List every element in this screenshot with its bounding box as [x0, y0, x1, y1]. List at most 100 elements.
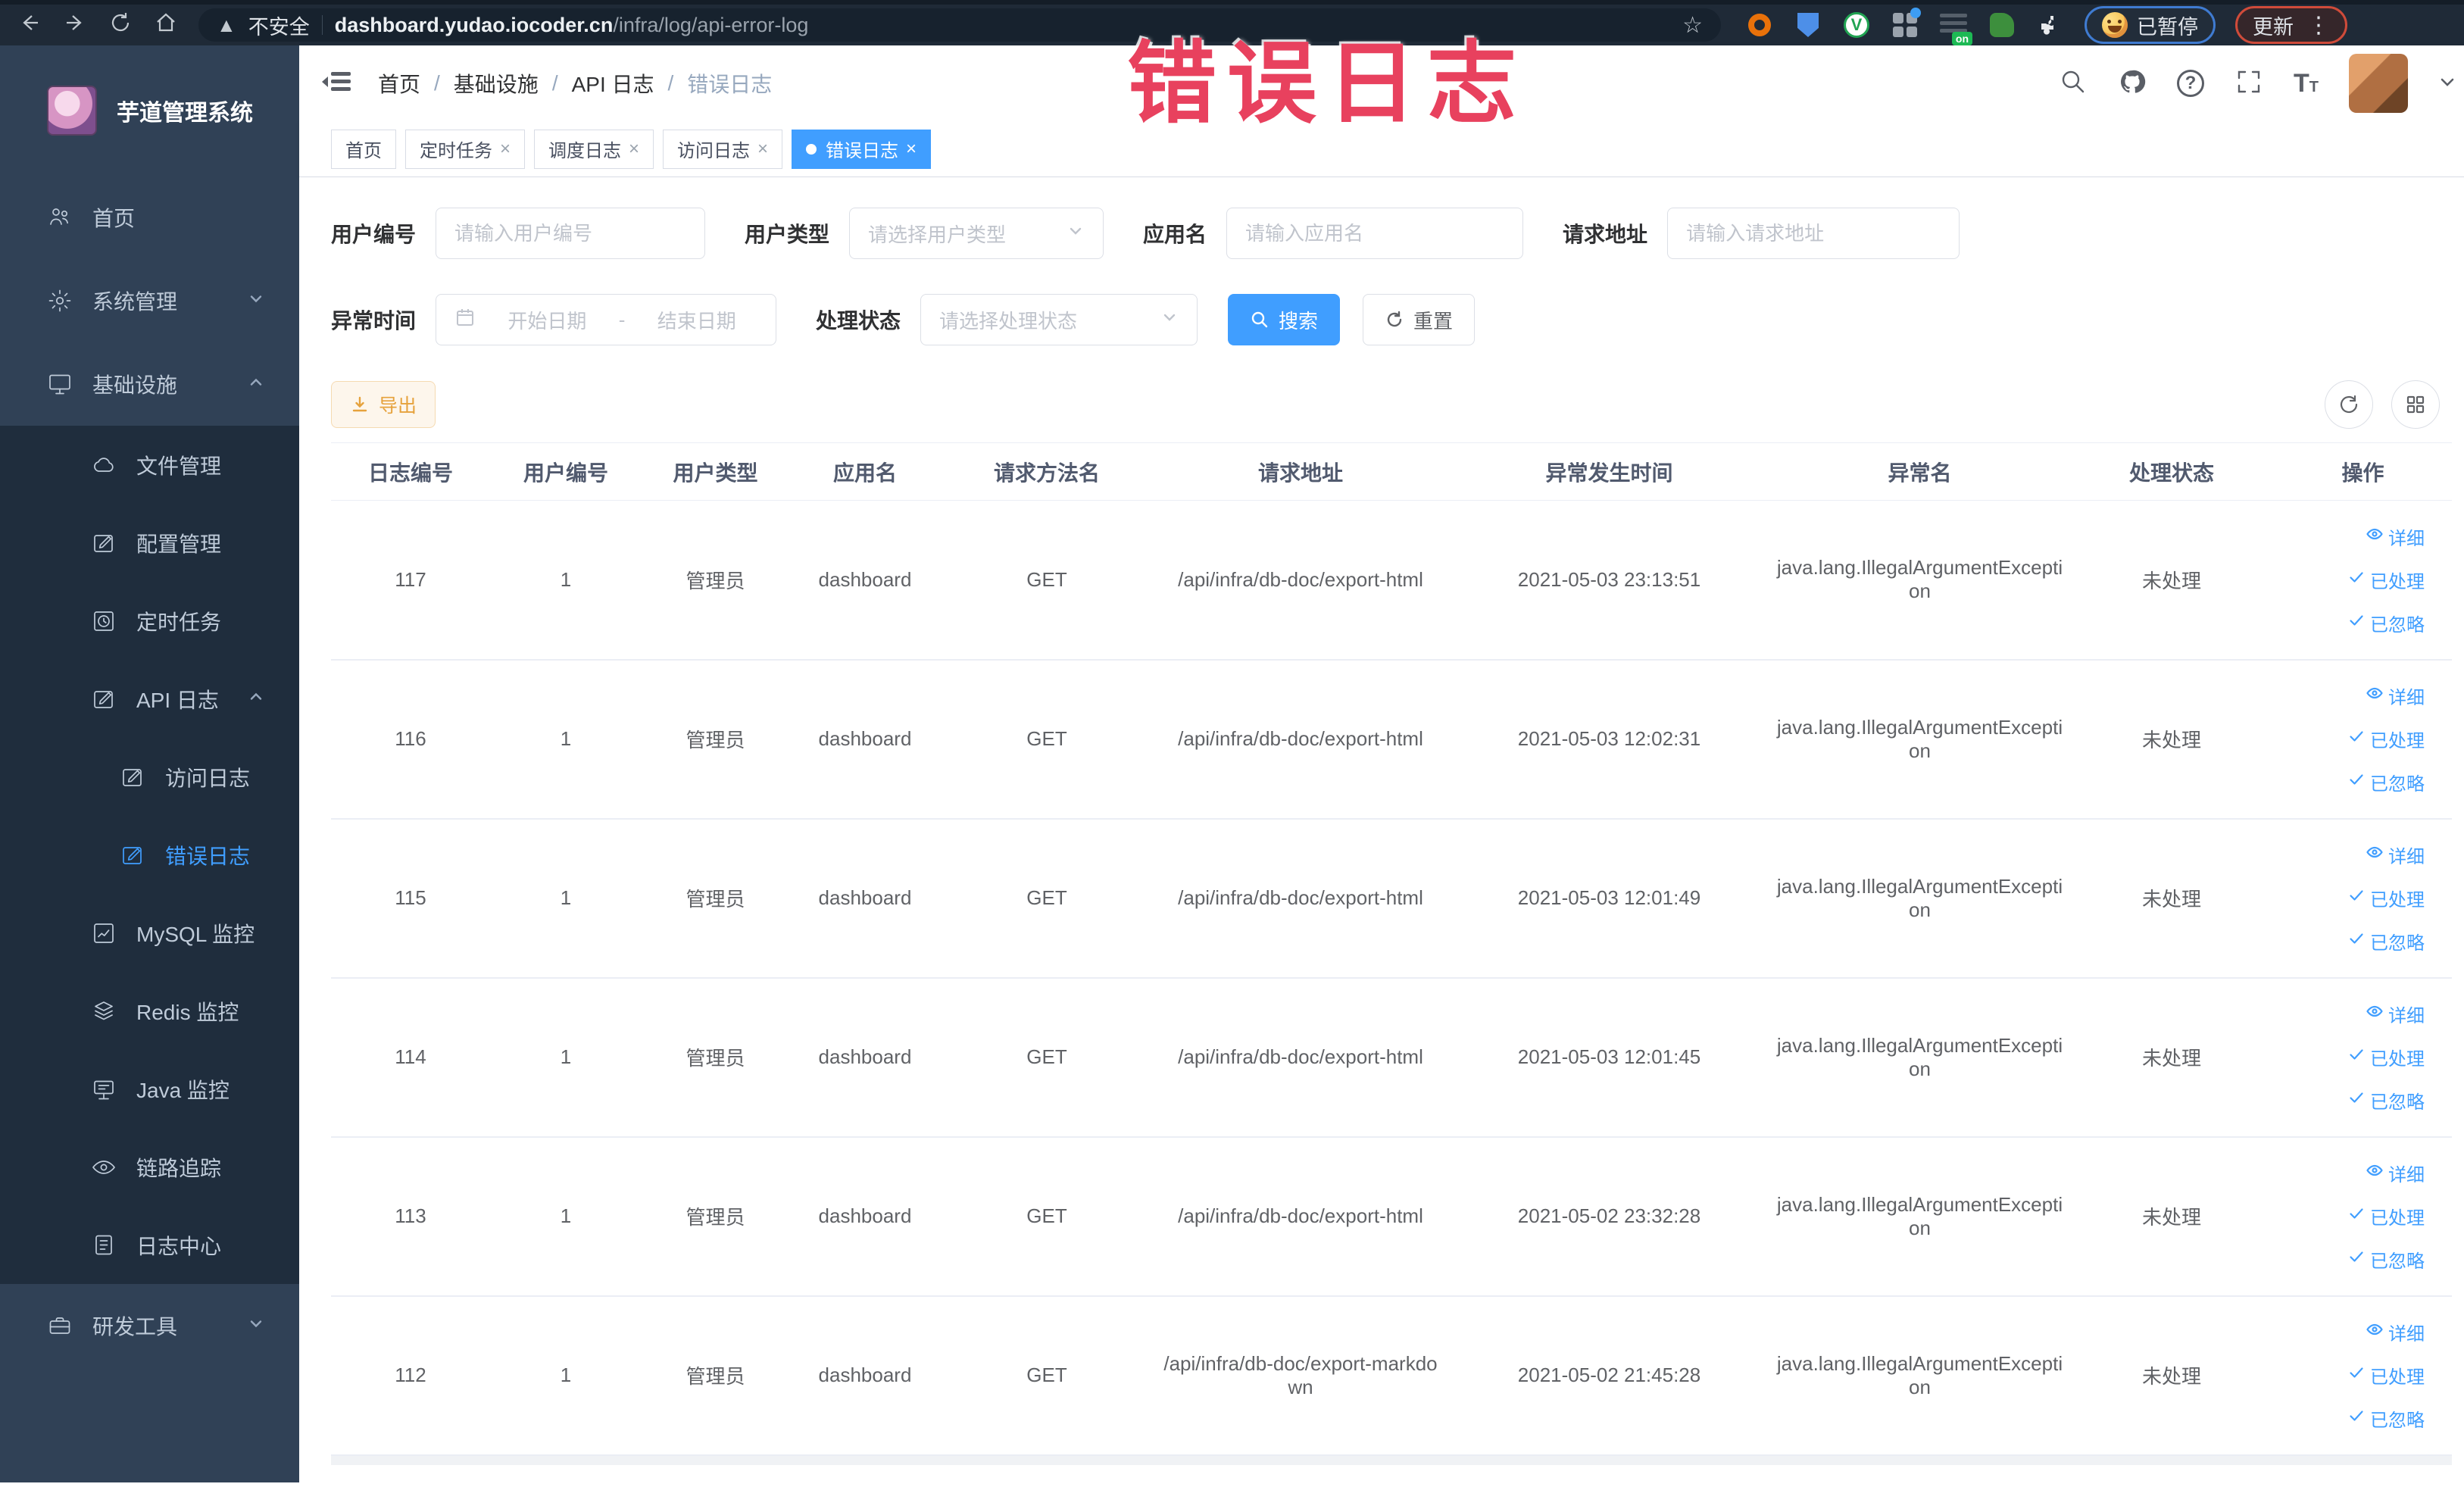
chart-icon	[91, 920, 117, 946]
action-已忽略[interactable]: 已忽略	[2347, 610, 2425, 636]
app-name-input[interactable]	[1245, 221, 1505, 245]
security-warning-icon[interactable]: ▲	[217, 14, 236, 37]
extension-shield-icon[interactable]	[1794, 11, 1822, 39]
sidebar-item-基础设施[interactable]: 基础设施	[0, 342, 299, 426]
browser-home-icon[interactable]	[153, 10, 179, 40]
sidebar-item-配置管理[interactable]: 配置管理	[0, 504, 299, 582]
tab-close-icon[interactable]: ×	[906, 139, 917, 160]
export-button[interactable]: 导出	[331, 381, 436, 428]
url-path: /infra/log/api-error-log	[613, 13, 809, 36]
eye-icon	[2366, 525, 2384, 548]
cell-请求方法名: GET	[941, 500, 1153, 661]
user-avatar[interactable]	[2349, 54, 2408, 113]
cell-用户编号: 1	[490, 818, 642, 979]
action-详细[interactable]: 详细	[2366, 683, 2425, 709]
github-icon[interactable]	[2118, 67, 2147, 100]
extension-green-v-icon[interactable]: V	[1842, 11, 1871, 39]
process-status-select[interactable]: 请选择处理状态	[920, 294, 1198, 345]
table-row: 115 1 管理员 dashboard GET/api/infra/db-doc/exp…	[331, 818, 2452, 979]
user-id-input[interactable]	[454, 221, 687, 245]
action-已忽略[interactable]: 已忽略	[2347, 769, 2425, 795]
tab-close-icon[interactable]: ×	[500, 139, 511, 160]
action-详细[interactable]: 详细	[2366, 1160, 2425, 1186]
browser-menu-kebab-icon[interactable]: ⋮	[2307, 12, 2330, 39]
sidebar-item-链路追踪[interactable]: 链路追踪	[0, 1128, 299, 1206]
action-详细[interactable]: 详细	[2366, 1001, 2425, 1027]
hamburger-icon[interactable]	[320, 66, 352, 102]
browser-reload-icon[interactable]	[108, 10, 133, 40]
extension-leaf-icon[interactable]	[1988, 11, 2016, 39]
refresh-table-button[interactable]	[2325, 380, 2373, 429]
sidebar-item-label: API 日志	[136, 688, 219, 712]
sidebar-item-MySQL-监控[interactable]: MySQL 监控	[0, 894, 299, 972]
tab-首页[interactable]: 首页	[331, 129, 396, 169]
sidebar-item-错误日志[interactable]: 错误日志	[0, 816, 299, 894]
header-search-icon[interactable]	[2059, 67, 2088, 100]
sidebar-item-Java-监控[interactable]: Java 监控	[0, 1050, 299, 1128]
action-详细[interactable]: 详细	[2366, 1319, 2425, 1345]
action-已忽略[interactable]: 已忽略	[2347, 1246, 2425, 1273]
action-已处理[interactable]: 已处理	[2347, 1203, 2425, 1229]
request-url-input[interactable]	[1686, 221, 1941, 245]
tab-定时任务[interactable]: 定时任务 ×	[405, 129, 526, 169]
cell-请求方法名: GET	[941, 818, 1153, 979]
breadcrumb-item[interactable]: 首页	[378, 68, 420, 98]
action-已处理[interactable]: 已处理	[2347, 726, 2425, 752]
sidebar-item-首页[interactable]: 首页	[0, 176, 299, 259]
extension-grid-icon[interactable]	[1891, 8, 1921, 39]
column-header-操作: 操作	[2274, 442, 2452, 501]
column-settings-button[interactable]	[2391, 380, 2440, 429]
tab-调度日志[interactable]: 调度日志 ×	[534, 129, 654, 169]
tab-访问日志[interactable]: 访问日志 ×	[663, 129, 783, 169]
sidebar-item-日志中心[interactable]: 日志中心	[0, 1206, 299, 1284]
browser-back-icon[interactable]	[17, 10, 42, 40]
extensions-puzzle-icon[interactable]	[2036, 11, 2065, 39]
exception-time-range-picker[interactable]: 开始日期 - 结束日期	[436, 294, 777, 345]
sidebar-item-定时任务[interactable]: 定时任务	[0, 582, 299, 660]
action-已处理[interactable]: 已处理	[2347, 567, 2425, 593]
cell-请求方法名: GET	[941, 1295, 1153, 1456]
action-详细[interactable]: 详细	[2366, 842, 2425, 868]
breadcrumb-item[interactable]: 基础设施	[454, 68, 539, 98]
fullscreen-icon[interactable]	[2234, 67, 2263, 100]
search-button[interactable]: 搜索	[1228, 294, 1341, 345]
font-size-icon[interactable]: TT	[2294, 69, 2319, 98]
profile-paused-badge[interactable]: 已暂停	[2085, 6, 2216, 44]
action-已忽略[interactable]: 已忽略	[2347, 1405, 2425, 1432]
tab-close-icon[interactable]: ×	[757, 139, 768, 160]
action-已处理[interactable]: 已处理	[2347, 1044, 2425, 1070]
browser-forward-icon[interactable]	[62, 10, 88, 40]
user-menu-caret-icon[interactable]	[2438, 73, 2456, 95]
sidebar-item-系统管理[interactable]: 系统管理	[0, 259, 299, 342]
user-type-select[interactable]: 请选择用户类型	[849, 208, 1104, 259]
help-icon[interactable]: ?	[2177, 70, 2204, 97]
extension-switch-on-icon[interactable]: on	[1939, 11, 1972, 45]
tab-错误日志[interactable]: 错误日志 ×	[792, 129, 932, 169]
action-详细[interactable]: 详细	[2366, 523, 2425, 550]
sidebar-item-Redis-监控[interactable]: Redis 监控	[0, 972, 299, 1050]
action-已处理[interactable]: 已处理	[2347, 885, 2425, 911]
cell-用户编号: 1	[490, 1136, 642, 1297]
sidebar-item-API-日志[interactable]: API 日志	[0, 660, 299, 738]
sidebar-logo[interactable]: 芋道管理系统	[0, 45, 299, 176]
chevron-down-icon	[1066, 222, 1085, 245]
action-已忽略[interactable]: 已忽略	[2347, 928, 2425, 954]
breadcrumb-item[interactable]: API 日志	[572, 68, 654, 98]
sidebar-item-文件管理[interactable]: 文件管理	[0, 426, 299, 504]
tab-close-icon[interactable]: ×	[629, 139, 639, 160]
breadcrumb-separator: /	[434, 71, 440, 95]
reset-button[interactable]: 重置	[1363, 294, 1476, 345]
bookmark-star-icon[interactable]: ☆	[1682, 12, 1703, 39]
extension-orange-icon[interactable]	[1745, 11, 1774, 39]
users-icon	[47, 205, 73, 230]
action-已忽略[interactable]: 已忽略	[2347, 1087, 2425, 1114]
action-已处理[interactable]: 已处理	[2347, 1362, 2425, 1389]
cell-用户编号: 1	[490, 1295, 642, 1456]
page-url[interactable]: dashboard.yudao.iocoder.cn/infra/log/api…	[335, 14, 809, 37]
sidebar-item-研发工具[interactable]: 研发工具	[0, 1284, 299, 1367]
sidebar-item-访问日志[interactable]: 访问日志	[0, 738, 299, 816]
cell-请求方法名: GET	[941, 1136, 1153, 1297]
edit-icon	[120, 842, 145, 868]
browser-update-badge[interactable]: 更新 ⋮	[2235, 6, 2347, 44]
eye-icon	[2366, 1161, 2384, 1185]
